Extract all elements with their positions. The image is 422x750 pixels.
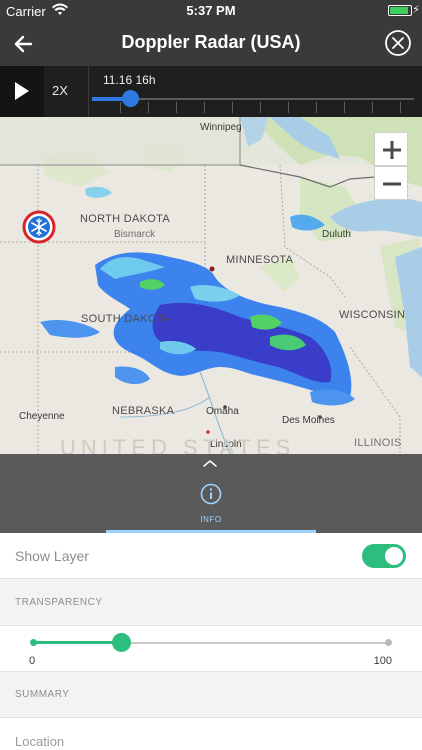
timeline-tick [204,102,205,113]
divider [88,66,89,117]
show-layer-row: Show Layer [0,533,422,579]
speed-button[interactable]: 2X [52,83,68,98]
clock: 5:37 PM [186,3,236,18]
transparency-fill [33,641,122,644]
snowflake-icon[interactable] [22,210,56,244]
map-label-north-dakota: NORTH DAKOTA [80,213,170,225]
map-label-omaha: Omaha [206,406,239,417]
tab-info-label: INFO [200,515,222,524]
chevron-up-icon [203,460,217,467]
frame-time-label: 11.16 16h [103,73,156,87]
map-label-united-states: UNITED STATES [60,435,296,454]
drawer-tabs: INFO [0,473,422,533]
zoom-out-button[interactable] [374,166,408,200]
timeline-tick [344,102,345,113]
transparency-header: TRANSPARENCY [0,579,422,626]
location-row: Location [0,718,422,750]
playback-bar: 2X 11.16 16h [0,66,422,117]
slider-max-dot [385,639,392,646]
map-label-bismarck: Bismarck [114,229,156,240]
summary-header: SUMMARY [0,672,422,718]
map-label-duluth: Duluth [322,229,351,240]
map-label-nebraska: NEBRASKA [112,405,175,417]
transparency-max-label: 100 [373,655,392,667]
bolt-icon: ⚡ [412,4,420,16]
show-layer-label: Show Layer [15,548,89,564]
page-title: Doppler Radar (USA) [121,32,301,52]
timeline-tick [176,102,177,113]
map-label-illinois: ILLINOIS [354,437,402,449]
map-label-cheyenne: Cheyenne [19,411,65,422]
timeline-tick [372,102,373,113]
slider-min-dot [30,639,37,646]
battery-icon [388,5,412,16]
timeline-tick [288,102,289,113]
status-bar: Carrier 5:37 PM ⚡ [0,0,422,22]
minus-icon [383,182,401,186]
drawer-handle[interactable] [0,454,422,473]
timeline-tick [232,102,233,113]
transparency-header-label: TRANSPARENCY [15,597,103,608]
location-label: Location [15,734,65,749]
timeline-tick [400,102,401,113]
timeline-tick [260,102,261,113]
radar-map[interactable]: Winnipeg NORTH DAKOTA Bismarck MINNESOTA… [0,117,422,454]
info-circle-icon [200,483,222,505]
timeline-tick [316,102,317,113]
timeline-track[interactable] [92,98,414,100]
timeline-handle[interactable] [122,90,140,107]
play-icon [15,82,29,100]
map-label-des-moines: Des Moines [282,415,335,426]
transparency-min-label: 0 [29,655,36,667]
map-label-wisconsin: WISCONSIN [339,309,406,321]
toggle-knob [385,547,403,565]
close-circle-icon[interactable] [384,29,412,57]
timeline-tick [120,102,121,113]
transparency-handle[interactable] [112,633,132,652]
tab-info[interactable]: INFO [106,473,316,533]
summary-header-label: SUMMARY [15,689,70,700]
nav-bar: Doppler Radar (USA) [0,22,422,66]
map-label-minnesota: MINNESOTA [226,254,294,266]
zoom-in-button[interactable] [374,132,408,166]
map-label-south-dakota: SOUTH DAKOTA [81,313,171,325]
play-button[interactable] [0,66,44,117]
map-label-winnipeg: Winnipeg [200,122,242,133]
plus-icon [383,141,401,159]
show-layer-toggle[interactable] [362,544,406,568]
map-canvas [0,117,422,454]
timeline-tick [148,102,149,113]
transparency-slider-row: 0 100 [0,626,422,672]
